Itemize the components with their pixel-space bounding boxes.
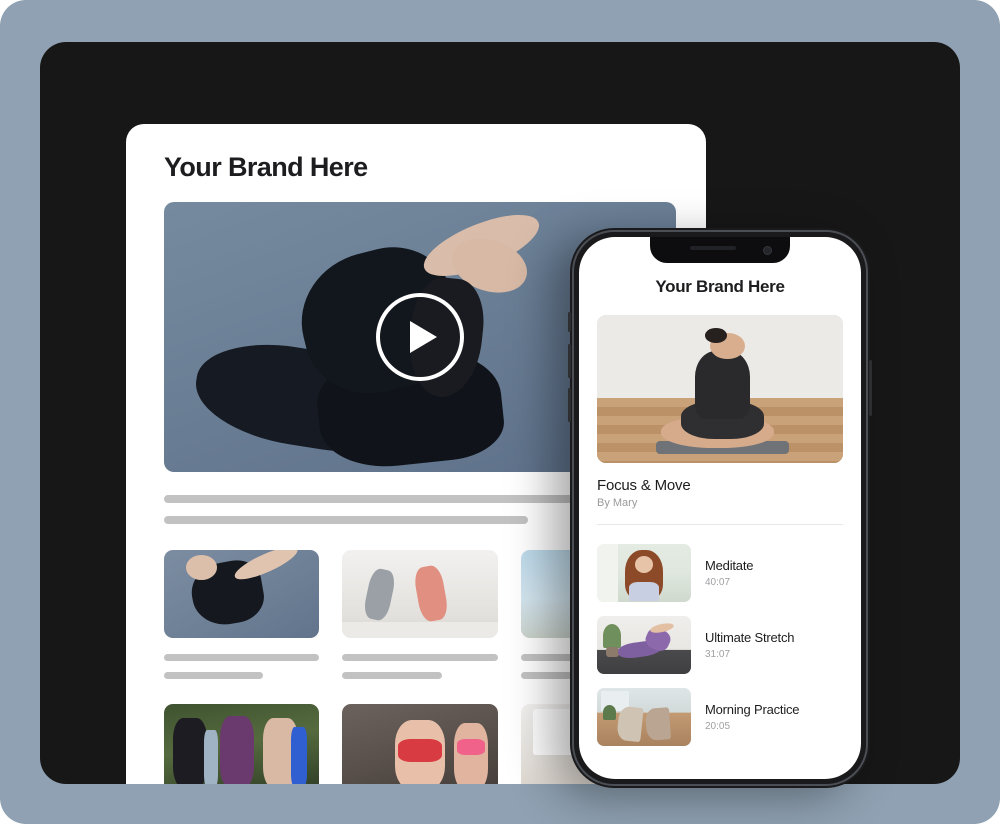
list-item-thumbnail bbox=[597, 688, 691, 746]
list-item-thumbnail bbox=[597, 544, 691, 602]
grid-card-meta bbox=[164, 654, 320, 679]
phone-hero-title: Focus & Move bbox=[597, 477, 691, 494]
list-item-duration: 40:07 bbox=[705, 577, 731, 588]
silent-switch[interactable] bbox=[568, 312, 571, 332]
list-item-title: Morning Practice bbox=[705, 702, 800, 717]
section-divider bbox=[597, 524, 843, 525]
grid-card[interactable] bbox=[164, 550, 320, 679]
volume-up-button[interactable] bbox=[568, 344, 571, 378]
grid-card-thumbnail bbox=[164, 550, 320, 638]
grid-card[interactable] bbox=[342, 550, 498, 679]
speaker-grille-icon bbox=[690, 246, 736, 250]
placeholder-bar bbox=[164, 654, 320, 661]
grid-card[interactable] bbox=[342, 704, 498, 784]
list-item-text: Meditate 40:07 bbox=[705, 558, 753, 588]
front-camera-icon bbox=[763, 245, 772, 255]
grid-card[interactable] bbox=[164, 704, 320, 784]
play-icon[interactable] bbox=[376, 293, 464, 381]
placeholder-bar bbox=[164, 516, 528, 524]
phone-device-frame: Your Brand Here Focus & Move By Mary Med… bbox=[568, 228, 872, 788]
volume-down-button[interactable] bbox=[568, 388, 571, 422]
placeholder-bar bbox=[342, 672, 442, 679]
list-item-duration: 20:05 bbox=[705, 721, 731, 732]
list-item-text: Morning Practice 20:05 bbox=[705, 702, 800, 732]
list-item-text: Ultimate Stretch 31:07 bbox=[705, 630, 794, 660]
screenshot-stage: Your Brand Here Your Brand Here Focus & … bbox=[0, 0, 1000, 824]
placeholder-bar bbox=[164, 672, 264, 679]
grid-card-thumbnail bbox=[164, 704, 320, 784]
list-item[interactable]: Morning Practice 20:05 bbox=[597, 681, 843, 753]
tablet-brand-title: Your Brand Here bbox=[164, 152, 368, 182]
list-item[interactable]: Ultimate Stretch 31:07 bbox=[597, 609, 843, 681]
power-button[interactable] bbox=[869, 360, 872, 416]
grid-card-meta bbox=[342, 654, 498, 679]
placeholder-bar bbox=[342, 654, 498, 661]
phone-screen: Your Brand Here Focus & Move By Mary Med… bbox=[579, 237, 861, 779]
list-item-duration: 31:07 bbox=[705, 649, 731, 660]
list-item-thumbnail bbox=[597, 616, 691, 674]
phone-notch bbox=[650, 237, 790, 263]
phone-hero-byline: By Mary bbox=[597, 497, 638, 509]
grid-card-thumbnail bbox=[342, 550, 498, 638]
phone-playlist: Meditate 40:07 Ultimate Stretch 31:07 Mo… bbox=[597, 537, 843, 753]
grid-card-thumbnail bbox=[342, 704, 498, 784]
list-item[interactable]: Meditate 40:07 bbox=[597, 537, 843, 609]
list-item-title: Ultimate Stretch bbox=[705, 630, 795, 645]
list-item-title: Meditate bbox=[705, 558, 754, 573]
phone-hero-image[interactable] bbox=[597, 315, 843, 463]
